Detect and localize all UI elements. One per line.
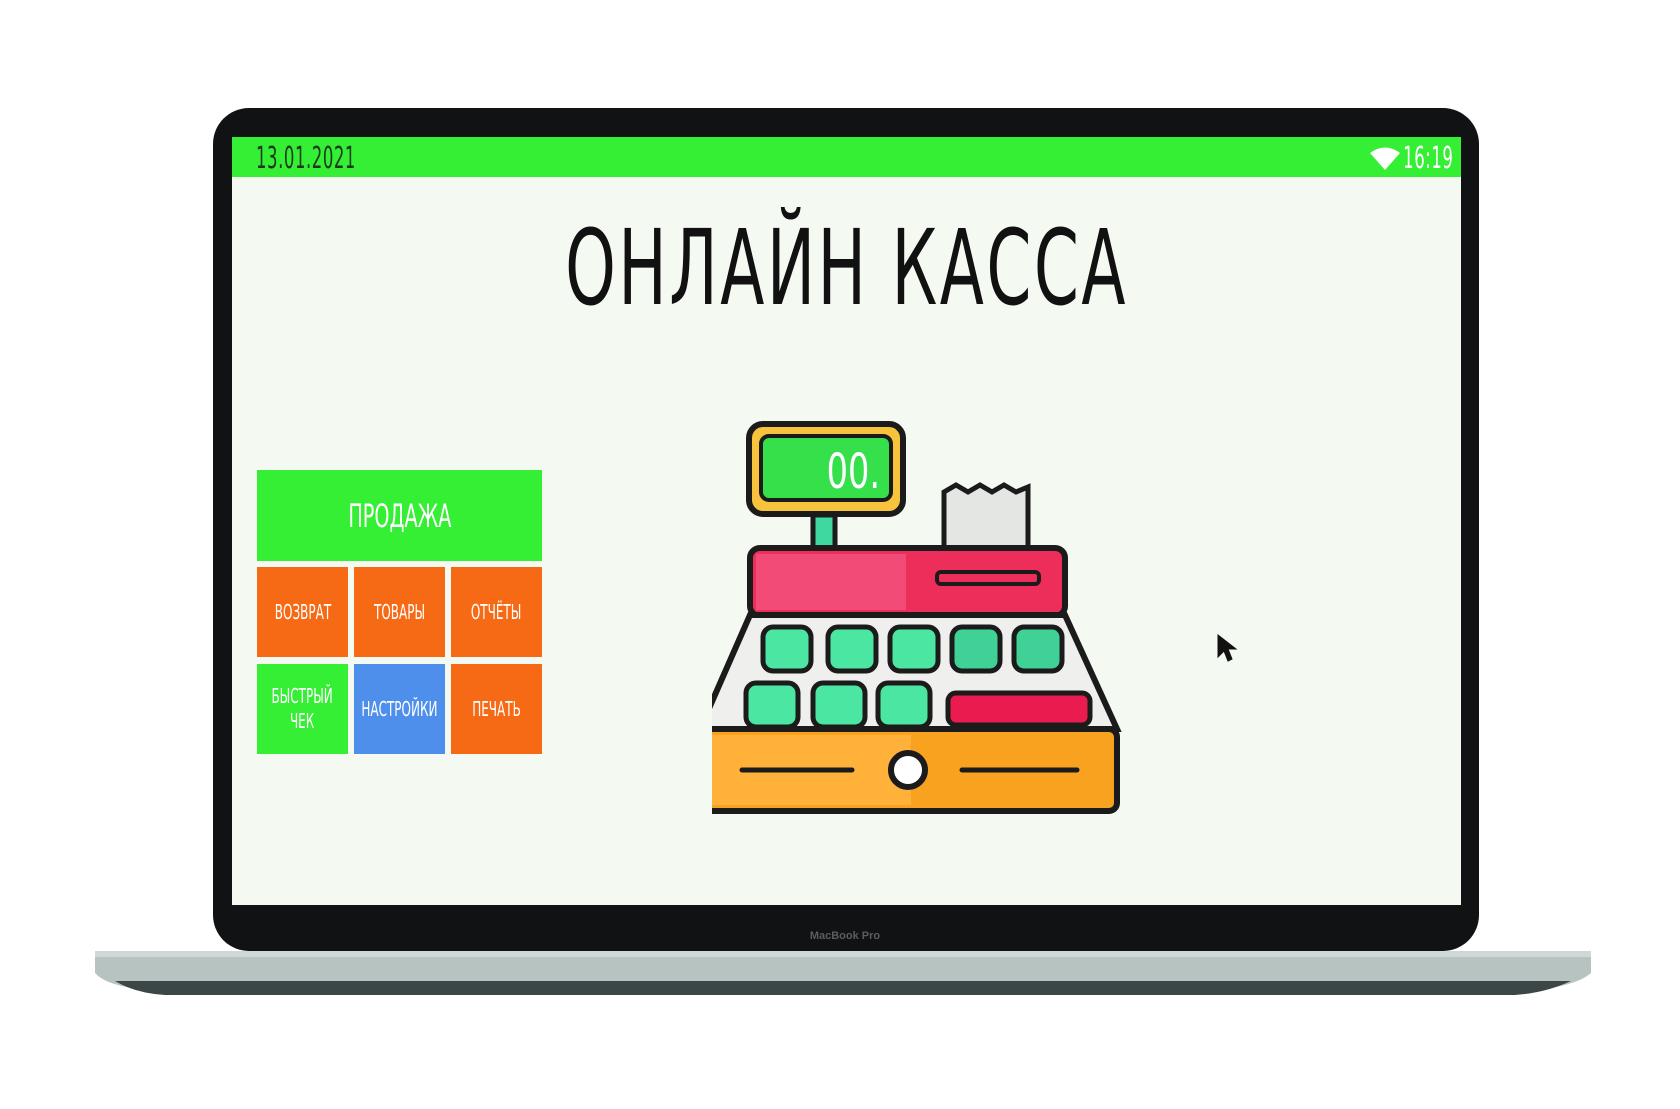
screen: 13.01.2021 16:19 ОНЛАЙН КАССА ПРОДАЖА ВО… bbox=[232, 137, 1461, 905]
wifi-icon bbox=[1370, 147, 1400, 170]
status-date: 13.01.2021 bbox=[256, 141, 356, 176]
quick-receipt-button[interactable]: БЫСТРЫЙ ЧЕК bbox=[257, 664, 348, 754]
laptop-base bbox=[95, 951, 1591, 995]
reports-label: ОТЧЁТЫ bbox=[471, 599, 522, 624]
print-label: ПЕЧАТЬ bbox=[472, 696, 521, 721]
settings-button[interactable]: НАСТРОЙКИ bbox=[354, 664, 445, 754]
settings-label: НАСТРОЙКИ bbox=[361, 696, 438, 721]
status-time: 16:19 bbox=[1402, 141, 1453, 176]
device-label: MacBook Pro bbox=[809, 930, 881, 942]
quick-receipt-label: БЫСТРЫЙ ЧЕК bbox=[271, 684, 334, 733]
reports-button[interactable]: ОТЧЁТЫ bbox=[451, 567, 542, 657]
register-display: 00. bbox=[827, 444, 880, 500]
menu-grid: ПРОДАЖА ВОЗВРАТ ТОВАРЫ ОТЧЁТЫ БЫСТРЫЙ ЧЕ… bbox=[257, 470, 542, 754]
products-button[interactable]: ТОВАРЫ bbox=[354, 567, 445, 657]
return-button[interactable]: ВОЗВРАТ bbox=[257, 567, 348, 657]
sale-label: ПРОДАЖА bbox=[347, 496, 452, 535]
sale-button[interactable]: ПРОДАЖА bbox=[257, 470, 542, 561]
page-title: ОНЛАЙН КАССА bbox=[565, 207, 1128, 329]
cash-register-icon: 00. bbox=[712, 421, 1122, 814]
print-button[interactable]: ПЕЧАТЬ bbox=[451, 664, 542, 754]
return-label: ВОЗВРАТ bbox=[274, 599, 331, 624]
products-label: ТОВАРЫ bbox=[373, 599, 426, 624]
mouse-cursor-icon bbox=[1217, 633, 1238, 662]
status-bar: 13.01.2021 16:19 bbox=[232, 137, 1461, 177]
